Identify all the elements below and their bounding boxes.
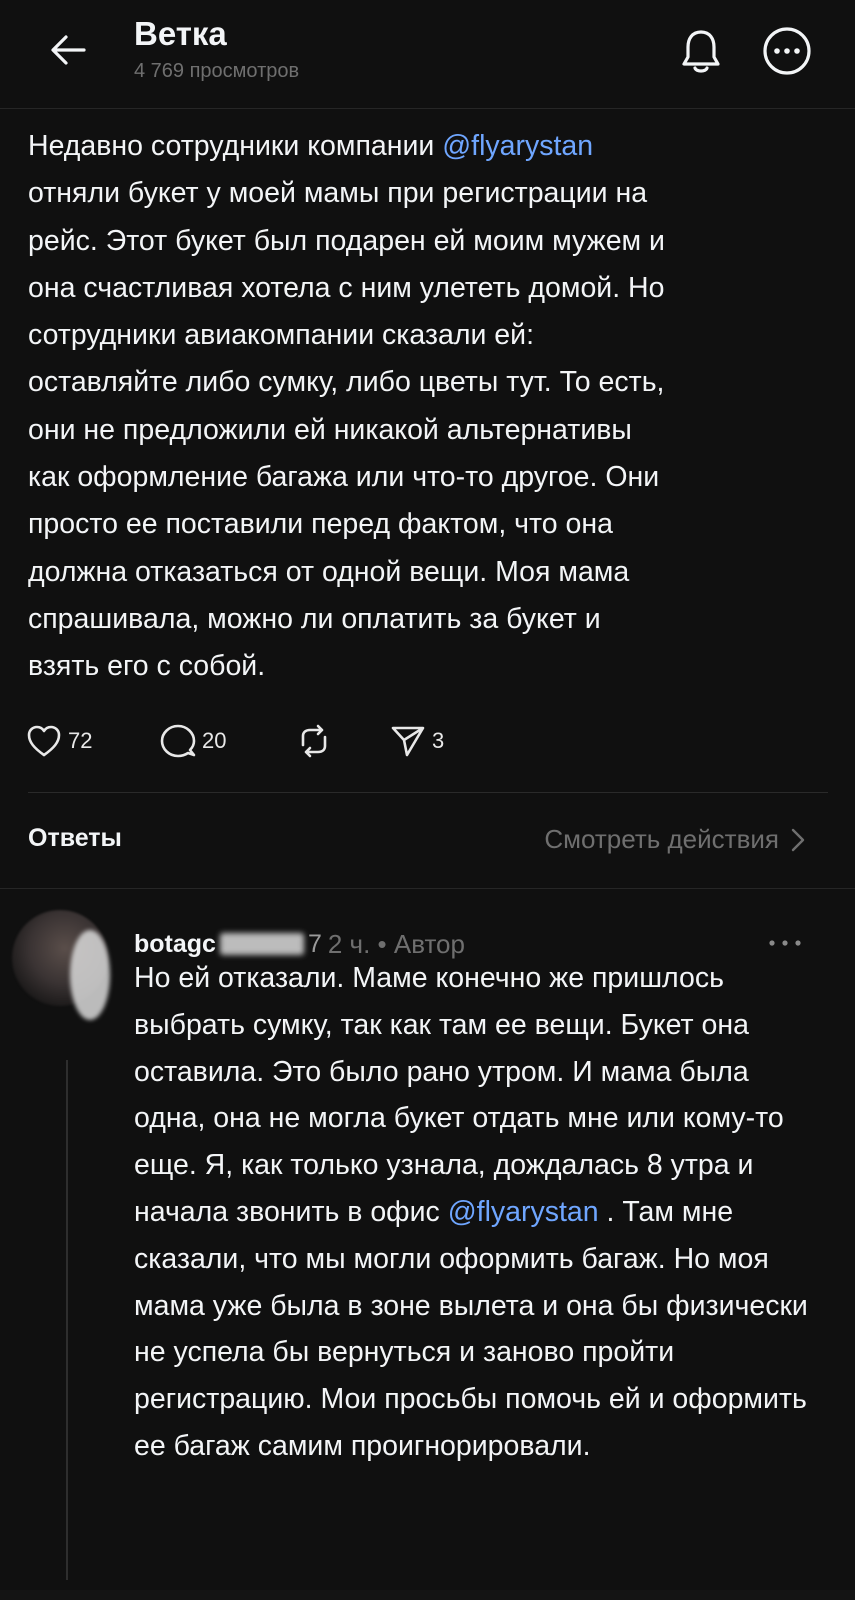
post-text-part: отняли букет у моей мамы при регистрации… (28, 177, 665, 683)
username-redaction (219, 933, 304, 955)
post-text: Недавно сотрудники компании @flyarystan … (28, 123, 828, 691)
repost-button[interactable] (294, 718, 334, 764)
post-text-part: Недавно сотрудники компании (28, 130, 443, 162)
comment-icon (160, 724, 196, 758)
top-bar: Ветка 4 769 просмотров (0, 0, 855, 109)
back-button[interactable] (38, 20, 98, 80)
view-actions-label: Смотреть действия (544, 824, 779, 854)
reply-more-button[interactable] (765, 928, 805, 958)
share-button[interactable]: 3 (390, 718, 444, 764)
divider (0, 888, 855, 889)
reply-button[interactable]: 20 (160, 718, 226, 764)
reply-text-part: Но ей отказали. Маме конечно же пришлось… (134, 962, 784, 1228)
chevron-right-icon (791, 828, 805, 852)
send-icon (391, 726, 425, 757)
more-circle-icon (763, 27, 811, 75)
reply-count: 20 (202, 728, 227, 753)
bell-icon (682, 30, 720, 73)
avatar-overlay (70, 930, 110, 1020)
post-actions: 72 20 3 (26, 718, 526, 764)
view-actions-link[interactable]: Смотреть действия (544, 824, 805, 855)
thread-line (66, 1060, 68, 1580)
page-title: Ветка (134, 15, 227, 52)
share-count: 3 (432, 728, 445, 753)
reply-text: Но ей отказали. Маме конечно же пришлось… (134, 955, 824, 1470)
divider (28, 792, 828, 793)
repost-icon (301, 724, 327, 758)
next-item-edge (0, 1590, 855, 1600)
more-options-button[interactable] (756, 20, 818, 82)
ellipsis-icon (769, 940, 801, 946)
view-count: 4 769 просмотров (134, 60, 300, 82)
mention-link[interactable]: @flyarystan (442, 130, 593, 162)
mention-link[interactable]: @flyarystan (448, 1196, 599, 1228)
like-button[interactable]: 72 (26, 718, 92, 764)
notifications-button[interactable] (670, 20, 732, 82)
reply-text-part: . Там мне сказали, что мы могли оформить… (134, 1195, 808, 1462)
replies-heading: Ответы (28, 824, 122, 852)
heart-icon (27, 725, 61, 757)
like-count: 72 (68, 728, 93, 753)
arrow-left-icon (51, 35, 86, 65)
